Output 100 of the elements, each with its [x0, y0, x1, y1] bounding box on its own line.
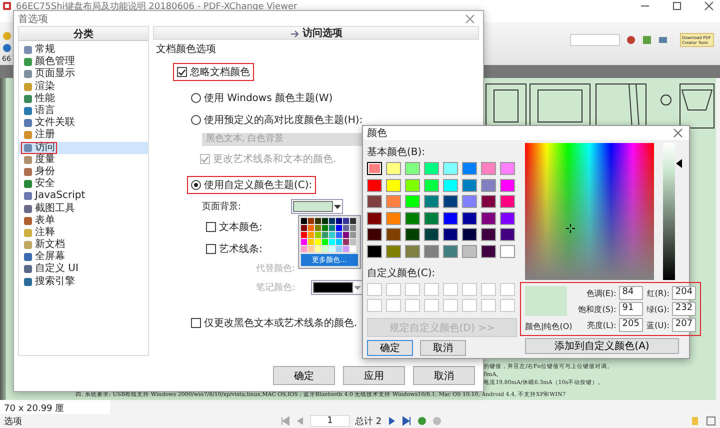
cancel-button[interactable]: 取消 — [420, 340, 466, 356]
color-swatch[interactable] — [405, 244, 420, 258]
palette-swatch[interactable] — [343, 246, 349, 252]
slider-arrow-icon[interactable] — [676, 158, 682, 168]
number-field[interactable]: 205 — [619, 318, 644, 332]
color-swatch[interactable] — [367, 178, 382, 192]
page-number-field[interactable]: 1 — [310, 415, 350, 427]
radio-button[interactable] — [191, 180, 201, 190]
palette-swatch[interactable] — [315, 232, 321, 238]
number-field[interactable]: 232 — [672, 302, 696, 316]
category-item[interactable]: 身份 — [19, 166, 148, 178]
color-swatch[interactable] — [424, 228, 439, 241]
checkbox[interactable] — [191, 318, 201, 328]
color-swatch[interactable] — [424, 212, 439, 224]
color-swatch[interactable] — [443, 244, 458, 258]
previous-page-icon[interactable] — [295, 416, 305, 426]
palette-swatch[interactable] — [308, 225, 314, 231]
empty-swatch[interactable] — [386, 282, 401, 296]
checkbox-option[interactable]: 文本颜色: — [202, 218, 266, 236]
palette-swatch[interactable] — [322, 232, 328, 238]
category-item[interactable]: 注释 — [19, 226, 148, 239]
category-item[interactable]: JavaScript — [19, 190, 148, 202]
palette-swatch[interactable] — [322, 246, 328, 252]
empty-swatch[interactable] — [405, 299, 420, 312]
palette-swatch[interactable] — [315, 239, 321, 245]
palette-swatch[interactable] — [308, 232, 314, 238]
palette-swatch[interactable] — [329, 246, 335, 252]
color-picker[interactable] — [291, 199, 344, 214]
color-swatch[interactable] — [367, 244, 382, 258]
palette-swatch[interactable] — [350, 239, 356, 245]
empty-swatch[interactable] — [462, 282, 477, 296]
color-swatch[interactable] — [405, 178, 420, 192]
color-swatch[interactable] — [424, 244, 439, 258]
radio-option[interactable]: 使用预定义的高对比度颜色主题(H): — [187, 111, 367, 129]
palette-swatch[interactable] — [301, 232, 307, 238]
category-item[interactable]: 截图工具 — [19, 202, 148, 215]
palette-swatch[interactable] — [350, 225, 356, 231]
color-swatch[interactable] — [386, 162, 401, 175]
empty-swatch[interactable] — [443, 299, 458, 312]
close-icon[interactable] — [673, 128, 683, 138]
empty-swatch[interactable] — [481, 282, 496, 296]
color-swatch[interactable] — [443, 228, 458, 241]
palette-swatch[interactable] — [329, 232, 335, 238]
color-swatch[interactable] — [462, 212, 477, 224]
color-swatch[interactable] — [367, 212, 382, 224]
palette-swatch[interactable] — [350, 246, 356, 252]
dialog-button[interactable]: 确定 — [273, 366, 335, 385]
empty-swatch[interactable] — [462, 299, 477, 312]
palette-swatch[interactable] — [315, 218, 321, 224]
palette-swatch[interactable] — [301, 218, 307, 224]
palette-swatch[interactable] — [301, 239, 307, 245]
color-swatch[interactable] — [500, 195, 515, 208]
color-swatch[interactable] — [500, 244, 515, 258]
crosshair-icon[interactable] — [566, 224, 576, 234]
category-item[interactable]: 语言 — [19, 104, 148, 118]
close-icon[interactable] — [704, 1, 714, 11]
palette-swatch[interactable] — [336, 232, 342, 238]
add-to-custom-colors-button[interactable]: 添加到自定义颜色(A) — [525, 338, 679, 354]
color-swatch[interactable] — [386, 195, 401, 208]
color-swatch[interactable] — [405, 162, 420, 175]
category-item[interactable]: 搜索引擎 — [19, 276, 148, 288]
color-swatch[interactable] — [443, 178, 458, 192]
color-swatch[interactable] — [386, 212, 401, 224]
color-swatch[interactable] — [500, 228, 515, 241]
number-field[interactable]: 84 — [619, 286, 644, 300]
empty-swatch[interactable] — [424, 282, 439, 296]
color-swatch[interactable] — [462, 178, 477, 192]
page-icon[interactable] — [690, 416, 700, 426]
category-item[interactable]: 自定义 UI — [19, 263, 148, 276]
next-page-icon[interactable] — [386, 416, 397, 426]
dialog-button[interactable]: 应用 — [343, 366, 405, 385]
dialog-button[interactable]: 取消 — [413, 366, 475, 385]
palette-swatch[interactable] — [322, 218, 328, 224]
number-field[interactable]: 207 — [672, 318, 696, 332]
color-swatch[interactable] — [386, 244, 401, 258]
color-swatch[interactable] — [386, 228, 401, 241]
color-swatch[interactable] — [386, 178, 401, 192]
color-swatch[interactable] — [481, 195, 496, 208]
palette-swatch[interactable] — [336, 246, 342, 252]
color-swatch[interactable] — [481, 244, 496, 258]
category-item[interactable]: 注册 — [19, 129, 148, 142]
palette-swatch[interactable] — [343, 232, 349, 238]
palette-swatch[interactable] — [329, 239, 335, 245]
layout-icon[interactable] — [706, 416, 716, 426]
color-swatch[interactable] — [481, 212, 496, 224]
palette-swatch[interactable] — [336, 218, 342, 224]
color-swatch[interactable] — [367, 195, 382, 208]
palette-swatch[interactable] — [336, 225, 342, 231]
category-item[interactable]: 渲染 — [19, 80, 148, 93]
category-item[interactable]: 页面显示 — [19, 68, 148, 81]
palette-swatch[interactable] — [315, 225, 321, 231]
palette-swatch[interactable] — [329, 225, 335, 231]
close-icon[interactable] — [465, 14, 475, 24]
empty-swatch[interactable] — [367, 282, 382, 296]
empty-swatch[interactable] — [500, 299, 515, 312]
palette-swatch[interactable] — [343, 218, 349, 224]
empty-swatch[interactable] — [443, 282, 458, 296]
color-swatch[interactable] — [443, 162, 458, 175]
radio-button[interactable] — [191, 93, 201, 103]
palette-swatch[interactable] — [301, 246, 307, 252]
